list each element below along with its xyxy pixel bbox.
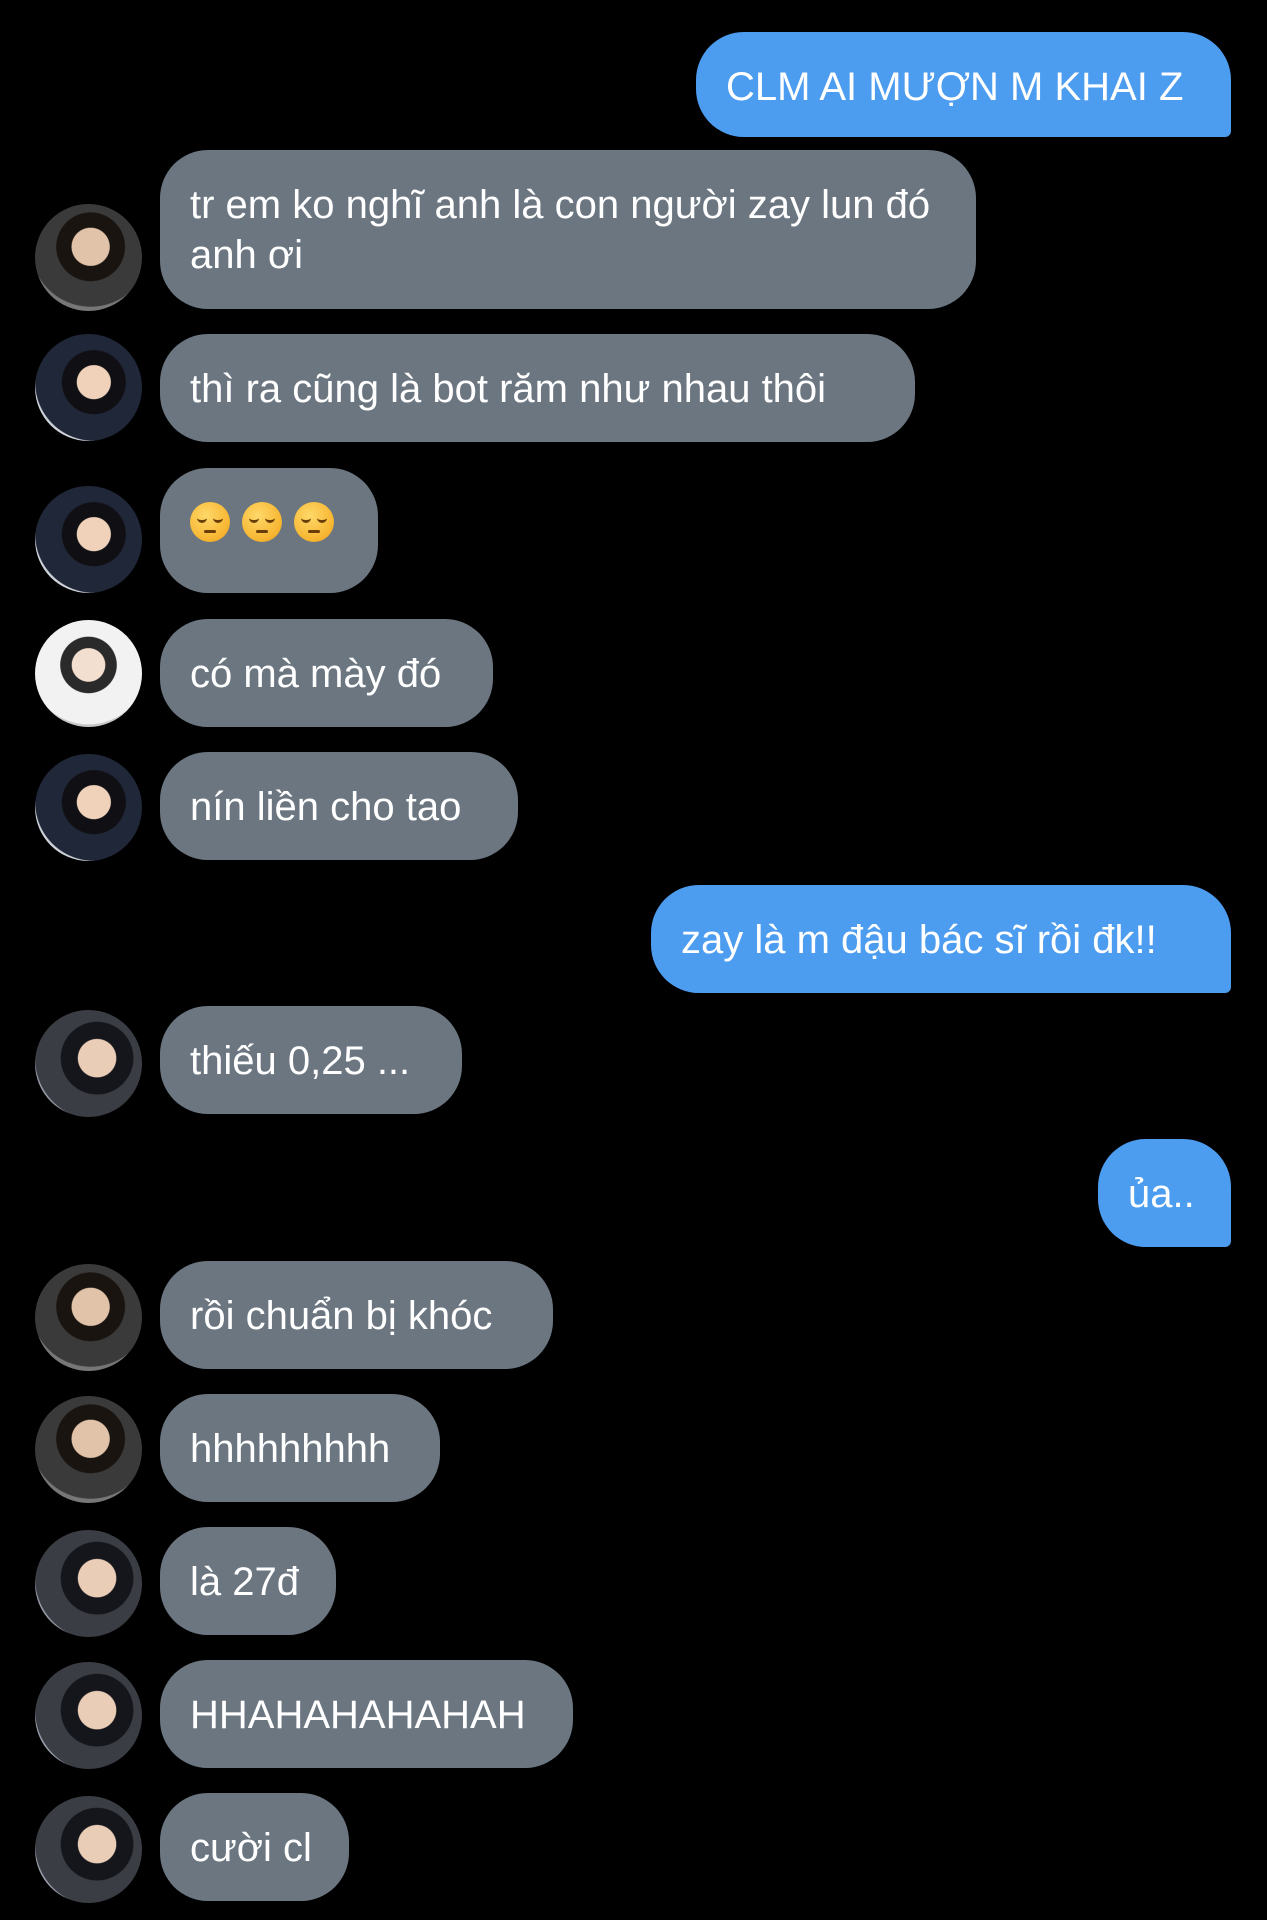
message-text: rồi chuẩn bị khóc: [190, 1294, 493, 1338]
avatar[interactable]: [35, 620, 142, 727]
message-text: nín liền cho tao: [190, 785, 462, 829]
avatar[interactable]: [35, 1264, 142, 1371]
avatar[interactable]: [35, 754, 142, 861]
incoming-message[interactable]: nín liền cho tao: [160, 752, 518, 860]
message-text: hhhhhhhhh: [190, 1427, 391, 1471]
pensive-face-icon: [190, 502, 230, 542]
message-text: HHAHAHAHAHAH: [190, 1693, 526, 1737]
avatar[interactable]: [35, 204, 142, 311]
avatar[interactable]: [35, 1796, 142, 1903]
message-text: zay là m đậu bác sĩ rồi đk!!: [681, 918, 1157, 962]
outgoing-message[interactable]: CLM AI MƯỢN M KHAI Z: [696, 32, 1231, 137]
message-text: là 27đ: [190, 1560, 299, 1604]
message-text: cười cl: [190, 1826, 312, 1870]
pensive-face-icon: [242, 502, 282, 542]
message-text: ủa..: [1128, 1172, 1195, 1216]
message-text: tr em ko nghĩ anh là con người zay lun đ…: [190, 183, 931, 277]
incoming-message[interactable]: hhhhhhhhh: [160, 1394, 440, 1502]
pensive-face-icon: [294, 502, 334, 542]
avatar[interactable]: [35, 334, 142, 441]
message-text: có mà mày đó: [190, 652, 442, 696]
emoji-row: [190, 498, 348, 542]
outgoing-message[interactable]: zay là m đậu bác sĩ rồi đk!!: [651, 885, 1231, 993]
message-text: thiếu 0,25 ...: [190, 1039, 411, 1083]
incoming-message[interactable]: HHAHAHAHAHAH: [160, 1660, 573, 1768]
avatar[interactable]: [35, 1662, 142, 1769]
incoming-message[interactable]: rồi chuẩn bị khóc: [160, 1261, 553, 1369]
incoming-message[interactable]: cười cl: [160, 1793, 349, 1901]
incoming-message[interactable]: có mà mày đó: [160, 619, 493, 727]
incoming-message[interactable]: tr em ko nghĩ anh là con người zay lun đ…: [160, 150, 976, 309]
message-text: thì ra cũng là bot răm như nhau thôi: [190, 367, 827, 411]
incoming-message[interactable]: [160, 468, 378, 593]
chat-thread[interactable]: CLM AI MƯỢN M KHAI Z tr em ko nghĩ anh l…: [0, 0, 1267, 1920]
incoming-message[interactable]: thiếu 0,25 ...: [160, 1006, 462, 1114]
incoming-message[interactable]: là 27đ: [160, 1527, 336, 1635]
outgoing-message[interactable]: ủa..: [1098, 1139, 1231, 1247]
avatar[interactable]: [35, 1530, 142, 1637]
avatar[interactable]: [35, 486, 142, 593]
message-text: CLM AI MƯỢN M KHAI Z: [726, 65, 1184, 109]
avatar[interactable]: [35, 1396, 142, 1503]
incoming-message[interactable]: thì ra cũng là bot răm như nhau thôi: [160, 334, 915, 442]
avatar[interactable]: [35, 1010, 142, 1117]
